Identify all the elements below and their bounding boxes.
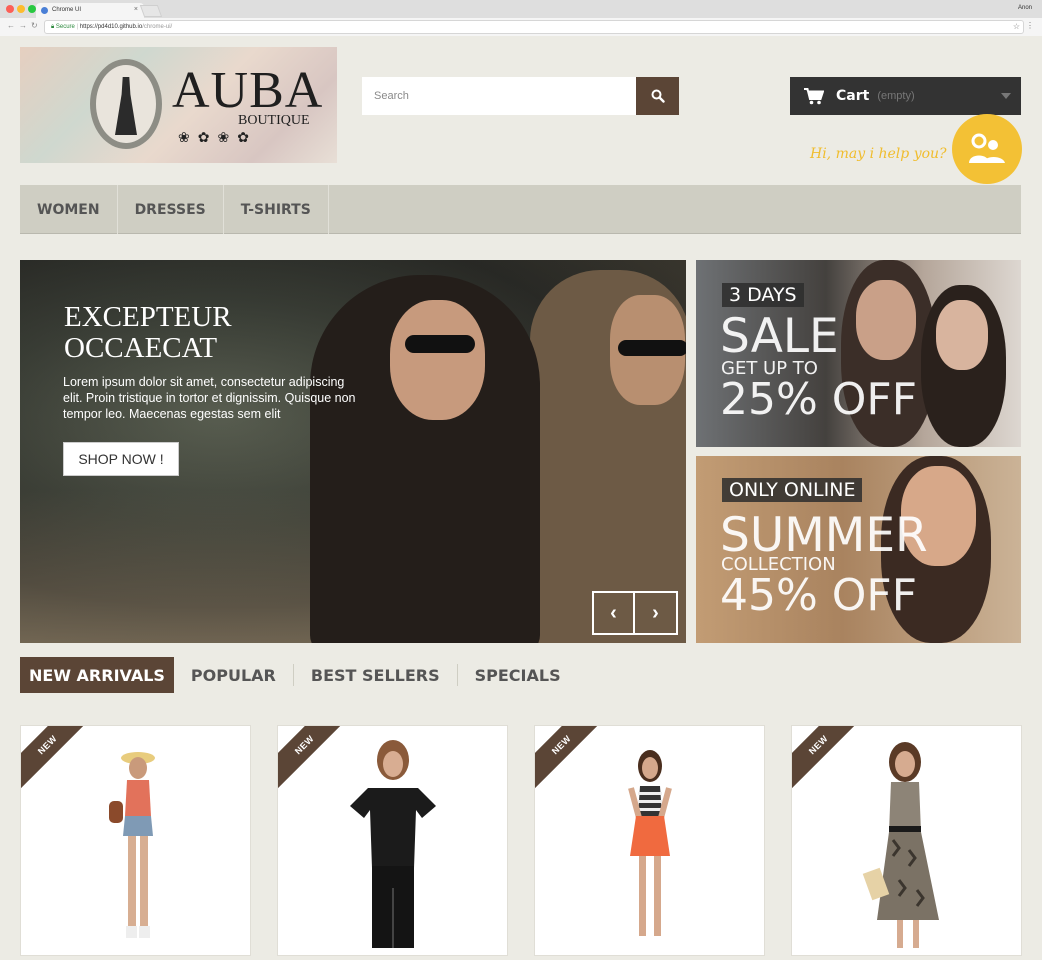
close-tab-icon[interactable]: × — [134, 6, 138, 13]
tab-title: Chrome UI — [52, 7, 82, 13]
chevron-left-icon[interactable]: ‹ — [594, 593, 635, 633]
tab-bar: Chrome UI × Anon — [0, 0, 1042, 18]
product-card[interactable]: NEW — [791, 725, 1022, 956]
secure-label: Secure — [55, 24, 75, 30]
search-input[interactable] — [362, 77, 636, 115]
search-button[interactable] — [636, 77, 679, 115]
toolbar: ← → ↻ 🔒︎ Secure | https://pd4d10.github.… — [0, 18, 1042, 36]
product-image[interactable] — [338, 738, 448, 948]
chevron-right-icon[interactable]: › — [635, 593, 676, 633]
maximize-window-icon[interactable] — [28, 5, 36, 13]
profile-name[interactable]: Anon — [1018, 5, 1032, 11]
favicon-icon — [41, 7, 48, 14]
banner-headline: SUMMER — [720, 508, 928, 563]
banner-tag: 3 DAYS — [722, 283, 804, 307]
menu-item-tshirts[interactable]: T-SHIRTS — [224, 185, 329, 234]
tab-specials[interactable]: SPECIALS — [456, 664, 578, 686]
product-image[interactable] — [101, 746, 171, 956]
menu-item-women[interactable]: WOMEN — [20, 185, 118, 234]
banner-tag: ONLY ONLINE — [722, 478, 863, 502]
help-button[interactable] — [952, 114, 1022, 184]
shopping-cart-icon — [804, 87, 824, 104]
logo-subtitle: BOUTIQUE — [238, 113, 310, 128]
banner-discount: 45% OFF — [720, 570, 918, 621]
product-tabs: NEW ARRIVALS POPULAR BEST SELLERS SPECIA… — [20, 657, 578, 693]
flower-ornament-icon: ❀✿❀✿ — [178, 129, 257, 145]
address-bar[interactable]: 🔒︎ Secure | https://pd4d10.github.io/chr… — [44, 20, 1024, 34]
hero-title-line2: OCCAECAT — [64, 332, 218, 364]
new-tab-button[interactable] — [139, 5, 163, 17]
banner-man-face — [856, 280, 916, 360]
minimize-window-icon[interactable] — [17, 5, 25, 13]
shop-now-button[interactable]: SHOP NOW ! — [63, 442, 179, 476]
banner-headline: SALE — [720, 309, 839, 364]
hero-slider: EXCEPTEUR OCCAECAT Lorem ipsum dolor sit … — [20, 260, 686, 643]
back-icon[interactable]: ← — [7, 21, 15, 30]
tab-popular[interactable]: POPULAR — [174, 664, 293, 686]
forward-icon[interactable]: → — [19, 21, 27, 30]
tab-best-sellers[interactable]: BEST SELLERS — [292, 664, 457, 686]
product-image[interactable] — [847, 740, 967, 950]
logo-text: AUBA — [172, 62, 324, 119]
new-badge: NEW — [535, 726, 606, 789]
sunglasses-icon — [405, 335, 475, 353]
url-path: /chrome-ui/ — [142, 24, 173, 30]
hero-text: Lorem ipsum dolor sit amet, consectetur … — [63, 375, 356, 421]
lock-icon: 🔒︎ — [51, 24, 55, 30]
new-badge: NEW — [21, 726, 92, 789]
menu-kebab-icon[interactable]: ⋮ — [1026, 21, 1034, 30]
bookmark-star-icon[interactable]: ☆ — [1013, 22, 1020, 31]
sale-banner[interactable]: 3 DAYS SALE GET UP TO 25% OFF — [696, 260, 1021, 447]
url-host: https://pd4d10.github.io — [79, 24, 143, 30]
chevron-down-icon — [1001, 93, 1011, 99]
slider-arrows: ‹ › — [592, 591, 678, 635]
reload-icon[interactable]: ↻ — [31, 21, 38, 30]
search-icon — [651, 89, 665, 103]
menu-item-dresses[interactable]: DRESSES — [118, 185, 224, 234]
cart-status: (empty) — [877, 90, 915, 102]
browser-tab[interactable]: Chrome UI × — [36, 3, 144, 18]
site-logo[interactable]: AUBA BOUTIQUE ❀✿❀✿ — [20, 47, 337, 163]
hero-title-line1: EXCEPTEUR — [64, 301, 232, 333]
close-window-icon[interactable] — [6, 5, 14, 13]
support-people-icon — [969, 133, 1005, 163]
summer-banner[interactable]: ONLY ONLINE SUMMER COLLECTION 45% OFF — [696, 456, 1021, 643]
banner-discount: 25% OFF — [720, 374, 918, 425]
cart-button[interactable]: Cart (empty) — [790, 77, 1021, 115]
product-image[interactable] — [610, 748, 690, 956]
hero-title: EXCEPTEUR OCCAECAT — [64, 302, 324, 364]
product-card[interactable]: NEW — [20, 725, 251, 956]
product-card[interactable]: NEW — [277, 725, 508, 956]
main-menu: WOMEN DRESSES T-SHIRTS — [20, 185, 1021, 234]
tab-new-arrivals[interactable]: NEW ARRIVALS — [20, 657, 174, 693]
sunglasses-icon — [618, 340, 686, 356]
help-text[interactable]: Hi, may i help you? — [810, 146, 947, 162]
browser-chrome: Chrome UI × Anon ← → ↻ 🔒︎ Secure | https… — [0, 0, 1042, 36]
product-card[interactable]: NEW — [534, 725, 765, 956]
banner-woman-face — [936, 300, 988, 370]
cart-label: Cart — [836, 88, 870, 104]
hero-woman-face — [390, 300, 485, 420]
